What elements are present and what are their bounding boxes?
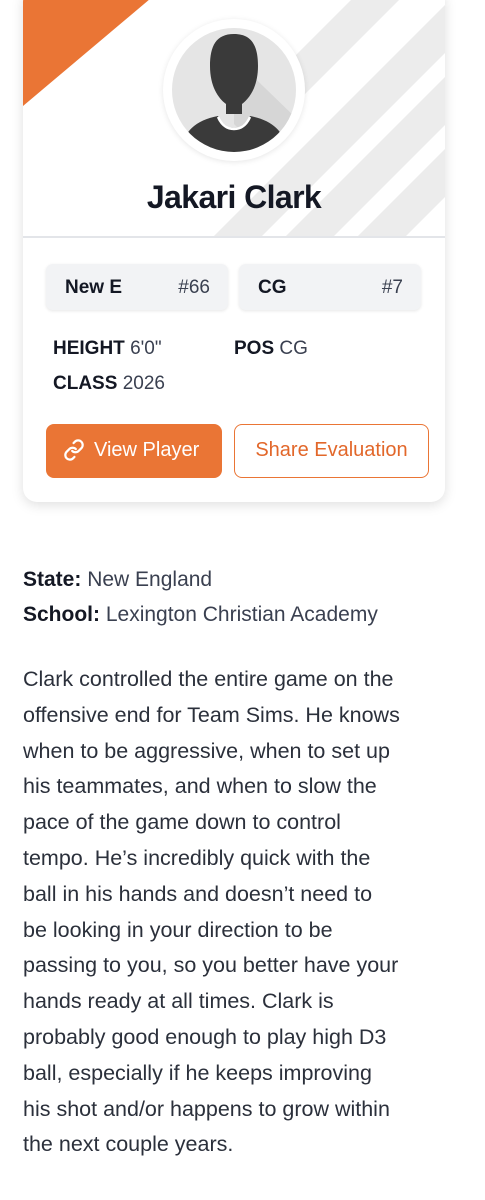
- state-label: State:: [23, 568, 82, 591]
- view-player-label: View Player: [94, 439, 200, 461]
- state-line: State: New England: [23, 568, 212, 592]
- class-value: 2026: [122, 373, 165, 394]
- position-chip: CG #7: [239, 264, 421, 310]
- school-value: Lexington Christian Academy: [105, 603, 378, 626]
- team-jersey-number: #66: [178, 277, 210, 298]
- card-header: Jakari Clark: [23, 0, 445, 237]
- evaluation-text: Clark controlled the entire game on the …: [23, 662, 453, 1163]
- share-evaluation-label: Share Evaluation: [255, 439, 408, 461]
- evaluation-line: hands ready at all times. Clark is: [23, 989, 334, 1014]
- school-line: School: Lexington Christian Academy: [23, 603, 378, 627]
- position-jersey-number: #7: [381, 277, 403, 298]
- evaluation-line: Clark controlled the entire game on the: [23, 667, 394, 691]
- state-value: New England: [87, 568, 213, 591]
- evaluation-line: passing to you, so you better have your: [23, 953, 399, 978]
- share-evaluation-button[interactable]: Share Evaluation: [234, 424, 429, 478]
- evaluation-line: the next couple years.: [23, 1132, 234, 1157]
- evaluation-line: probably good enough to play high D3: [23, 1024, 387, 1049]
- team-name: New E: [65, 277, 123, 298]
- evaluation-line: his teammates, and when to slow the: [23, 774, 377, 799]
- player-name: Jakari Clark: [146, 179, 322, 215]
- corner-accent: [23, 0, 149, 106]
- evaluation-line: ball, especially if he keeps improving: [23, 1060, 372, 1085]
- link-icon: [64, 439, 84, 461]
- player-card: Jakari Clark New E #66 CG #7 HEIGHT 6'0"…: [23, 0, 445, 502]
- position-stat: POS CG: [234, 338, 308, 360]
- pos-value: CG: [279, 338, 308, 359]
- view-player-button[interactable]: View Player: [46, 424, 222, 478]
- evaluation-line: ball in his hands and doesn’t need to: [23, 881, 373, 906]
- avatar-frame: [172, 28, 296, 152]
- height-value: 6'0": [130, 338, 162, 359]
- header-divider: [23, 236, 445, 238]
- height-stat: HEIGHT 6'0": [53, 338, 162, 360]
- evaluation-line: offensive end for Team Sims. He knows: [23, 702, 400, 727]
- chip-position: CG: [258, 277, 287, 298]
- school-label: School:: [23, 603, 100, 626]
- height-label: HEIGHT: [53, 338, 125, 359]
- avatar: [163, 19, 305, 161]
- class-label: CLASS: [53, 373, 118, 394]
- evaluation-line: his shot and/or happens to grow within: [23, 1096, 390, 1121]
- evaluation-line: be looking in your direction to be: [23, 917, 333, 942]
- evaluation-line: tempo. He’s incredibly quick with the: [23, 845, 371, 870]
- evaluation-line: pace of the game down to control: [23, 810, 341, 835]
- class-stat: CLASS 2026: [53, 373, 165, 395]
- person-silhouette-icon: [182, 34, 296, 152]
- pos-label: POS: [234, 338, 275, 359]
- evaluation-line: when to be aggressive, when to set up: [23, 738, 390, 763]
- team-chip: New E #66: [46, 264, 228, 310]
